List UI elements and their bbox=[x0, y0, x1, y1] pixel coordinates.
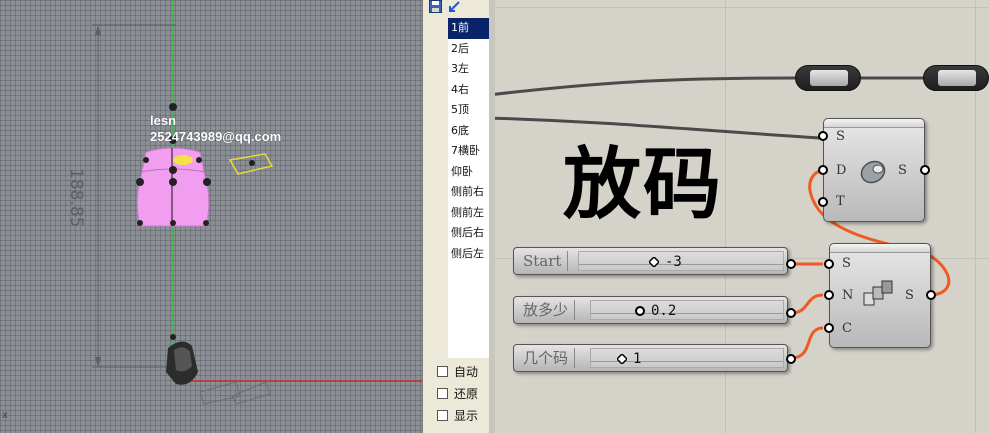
view-list-item[interactable]: 6底 bbox=[448, 121, 489, 142]
orient-component[interactable]: S D T S bbox=[823, 118, 925, 222]
named-view-panel: 1前 2后 3左 4右 5顶 6底 7横卧 仰卧 侧前右 侧前左 侧后右 侧后左 自动 还原 显示 bbox=[422, 0, 489, 433]
output-port-s[interactable] bbox=[920, 165, 930, 175]
orient-icon bbox=[860, 160, 886, 184]
slider-value: -3 bbox=[665, 254, 682, 270]
input-port-n[interactable] bbox=[824, 290, 834, 300]
view-list-item[interactable]: 1前 bbox=[448, 18, 489, 39]
view-list-item[interactable]: 侧前右 bbox=[448, 182, 489, 203]
input-label-s: S bbox=[842, 256, 851, 271]
slider-knob-diamond[interactable] bbox=[617, 354, 627, 364]
slider-track[interactable]: 0.2 bbox=[590, 300, 784, 320]
view-list-item[interactable]: 侧后右 bbox=[448, 223, 489, 244]
view-list-item[interactable]: 7横卧 bbox=[448, 141, 489, 162]
relay-body bbox=[938, 70, 976, 86]
input-port-t[interactable] bbox=[818, 197, 828, 207]
slider-label: 放多少 bbox=[517, 300, 576, 320]
slider-output-port[interactable] bbox=[786, 259, 796, 269]
output-port-s[interactable] bbox=[926, 290, 936, 300]
input-port-s[interactable] bbox=[818, 131, 828, 141]
auto-checkbox[interactable]: 自动 bbox=[437, 360, 489, 382]
output-label-s: S bbox=[898, 163, 907, 178]
restore-checkbox[interactable]: 还原 bbox=[437, 382, 489, 404]
view-list-item[interactable]: 侧后左 bbox=[448, 244, 489, 265]
show-checkbox[interactable]: 显示 bbox=[437, 404, 489, 426]
slider-value: 0.2 bbox=[651, 303, 677, 319]
input-label-t: T bbox=[836, 194, 845, 209]
slider-amount[interactable]: 放多少 0.2 bbox=[513, 296, 788, 324]
slider-label: Start bbox=[517, 251, 569, 271]
author-watermark: lesn 2524743989@qq.com bbox=[150, 113, 281, 145]
component-header bbox=[830, 244, 930, 253]
slider-start[interactable]: Start -3 bbox=[513, 247, 788, 275]
canvas-title: 放码 bbox=[563, 140, 724, 230]
input-label-s: S bbox=[836, 129, 845, 144]
input-port-c[interactable] bbox=[824, 323, 834, 333]
author-email: 2524743989@qq.com bbox=[150, 129, 282, 144]
relay-component-2[interactable] bbox=[923, 65, 989, 91]
view-list-item[interactable]: 侧前左 bbox=[448, 203, 489, 224]
app-window: 188.85 lesn 2524743989@qq.com x 1前 2后 3左 4右… bbox=[0, 0, 989, 433]
slider-track[interactable]: -3 bbox=[578, 251, 784, 271]
checkbox-box[interactable] bbox=[437, 387, 448, 399]
relay-body bbox=[810, 70, 848, 86]
view-panel-options: 自动 还原 显示 bbox=[437, 360, 489, 426]
input-label-n: N bbox=[842, 288, 854, 303]
input-label-d: D bbox=[836, 163, 847, 178]
input-port-d[interactable] bbox=[818, 165, 828, 175]
series-component[interactable]: S N C S bbox=[829, 243, 931, 348]
checkbox-label: 还原 bbox=[454, 386, 479, 401]
checkbox-box[interactable] bbox=[437, 409, 448, 421]
save-icon[interactable] bbox=[429, 0, 442, 13]
view-list-item[interactable]: 4右 bbox=[448, 80, 489, 101]
series-icon bbox=[863, 280, 893, 306]
view-list-item[interactable]: 5顶 bbox=[448, 100, 489, 121]
output-label-s: S bbox=[905, 288, 914, 303]
slider-output-port[interactable] bbox=[786, 308, 796, 318]
relay-component-1[interactable] bbox=[795, 65, 861, 91]
view-list-item[interactable]: 3左 bbox=[448, 59, 489, 80]
slider-label: 几个码 bbox=[517, 348, 576, 368]
input-port-s[interactable] bbox=[824, 259, 834, 269]
slider-size-count[interactable]: 几个码 1 bbox=[513, 344, 788, 372]
slider-knob-diamond[interactable] bbox=[649, 257, 659, 267]
checkbox-label: 自动 bbox=[454, 364, 479, 379]
author-name: lesn bbox=[150, 113, 177, 128]
dimension-label: 188.85 bbox=[66, 168, 86, 228]
axis-label: x bbox=[2, 410, 8, 421]
input-label-c: C bbox=[842, 321, 852, 336]
viewport-geometry bbox=[92, 0, 422, 405]
view-panel-toolbar bbox=[429, 0, 461, 14]
slider-output-port[interactable] bbox=[786, 354, 796, 364]
slider-ticks bbox=[591, 313, 783, 314]
view-list-item[interactable]: 2后 bbox=[448, 39, 489, 60]
checkbox-box[interactable] bbox=[437, 365, 448, 377]
view-list: 1前 2后 3左 4右 5顶 6底 7横卧 仰卧 侧前右 侧前左 侧后右 侧后左 bbox=[448, 18, 489, 358]
checkbox-label: 显示 bbox=[454, 408, 479, 423]
slider-value: 1 bbox=[633, 351, 642, 367]
slider-knob-circle[interactable] bbox=[635, 306, 645, 316]
slider-track[interactable]: 1 bbox=[590, 348, 784, 368]
grasshopper-canvas[interactable]: 放码 S D T S S N C S Start -3 放多少 0.2 几个码 … bbox=[489, 0, 989, 433]
component-header bbox=[824, 119, 924, 128]
view-list-item[interactable]: 仰卧 bbox=[448, 162, 489, 183]
rhino-viewport[interactable]: 188.85 lesn 2524743989@qq.com x bbox=[0, 0, 422, 433]
edit-arrow-icon[interactable] bbox=[448, 0, 461, 13]
